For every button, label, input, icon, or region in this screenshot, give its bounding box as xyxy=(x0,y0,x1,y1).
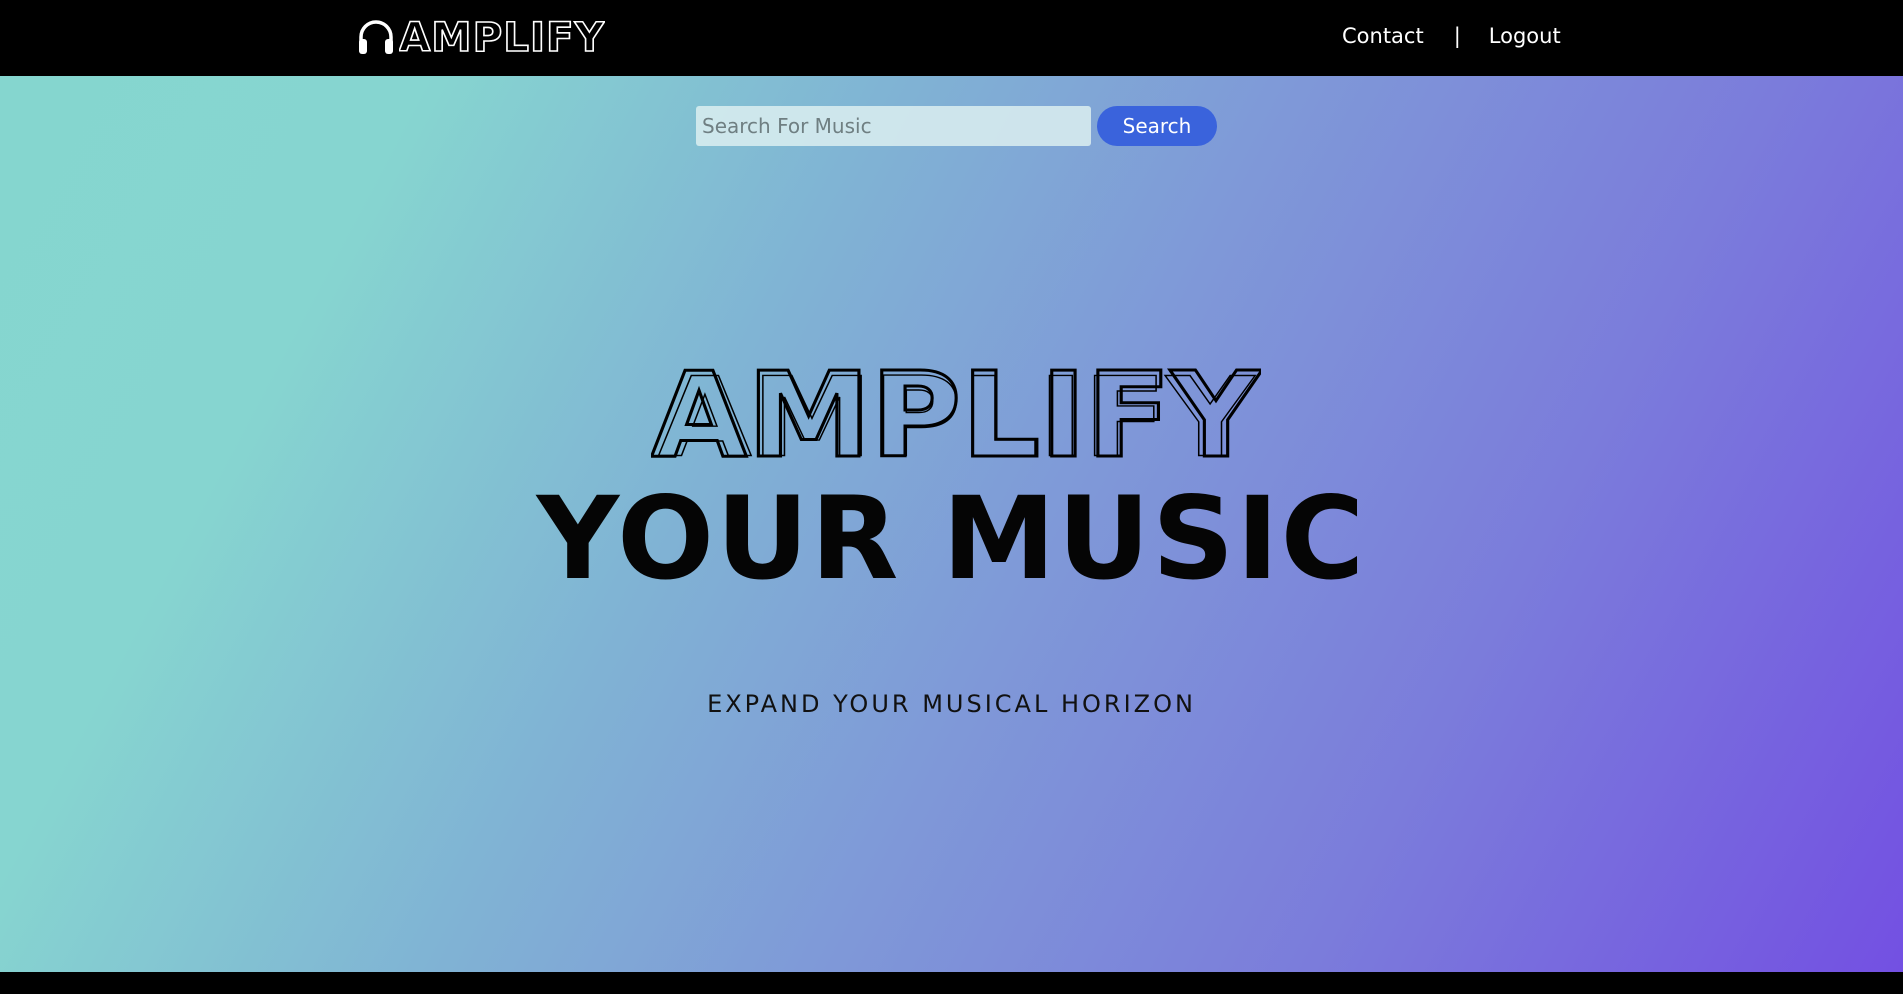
hero-section: Search AMPLIFY AMPLIFY YOUR MUSIC EXPAND… xyxy=(0,76,1903,972)
logo[interactable]: AMPLIFY xyxy=(357,17,605,57)
hero-tagline: EXPAND YOUR MUSICAL HORIZON xyxy=(707,690,1196,718)
hero-title-inner-stroke: AMPLIFY xyxy=(658,358,1256,468)
nav-link-logout[interactable]: Logout xyxy=(1489,24,1561,48)
hero-subtitle: YOUR MUSIC xyxy=(536,472,1367,605)
hero-title: AMPLIFY AMPLIFY xyxy=(651,358,1261,468)
nav-link-contact[interactable]: Contact xyxy=(1342,24,1424,48)
search-bar: Search xyxy=(696,106,1217,146)
search-input[interactable] xyxy=(696,106,1091,146)
search-button[interactable]: Search xyxy=(1097,106,1217,146)
logo-text: AMPLIFY xyxy=(399,17,605,57)
nav-links: Contact | Logout xyxy=(1342,24,1561,48)
navbar: AMPLIFY Contact | Logout xyxy=(0,0,1903,76)
headphones-icon xyxy=(357,19,395,55)
nav-separator: | xyxy=(1453,24,1461,48)
logo-wordmark: AMPLIFY xyxy=(399,17,605,57)
footer-bar xyxy=(0,972,1903,994)
